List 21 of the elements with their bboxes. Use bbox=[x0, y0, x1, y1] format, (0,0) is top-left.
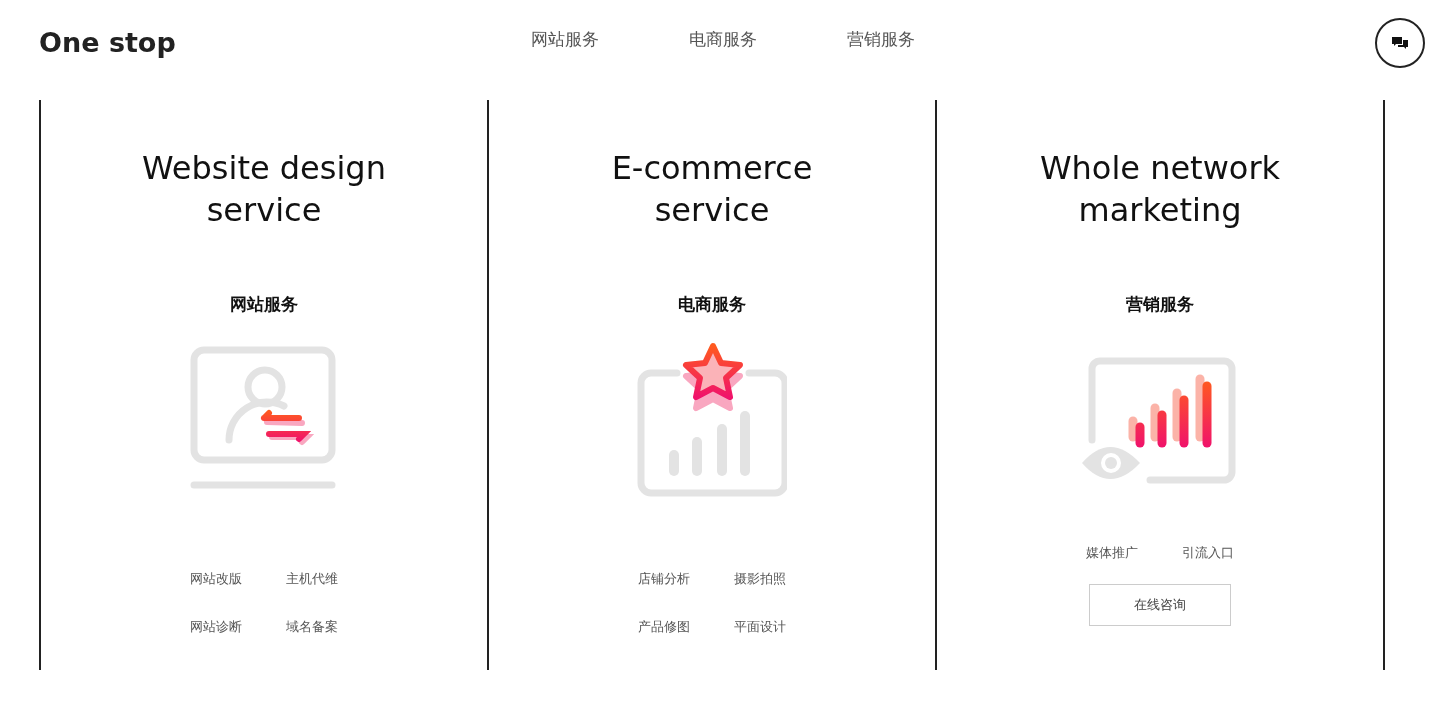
service-link[interactable]: 主机代维 bbox=[286, 570, 338, 588]
card-title: Website design service bbox=[141, 148, 387, 231]
service-link[interactable]: 域名备案 bbox=[286, 618, 338, 636]
logo: One stop bbox=[39, 26, 176, 58]
service-link[interactable]: 产品修图 bbox=[638, 618, 690, 636]
consult-button[interactable]: 在线咨询 bbox=[1089, 584, 1231, 626]
nav-link[interactable]: 电商服务 bbox=[689, 28, 757, 51]
service-link[interactable]: 摄影拍照 bbox=[734, 570, 786, 588]
card-title: Whole network marketing bbox=[1038, 148, 1282, 231]
service-link[interactable]: 媒体推广 bbox=[1086, 544, 1138, 562]
service-link[interactable]: 引流入口 bbox=[1182, 544, 1234, 562]
card-title: E-commerce service bbox=[610, 148, 814, 231]
service-link[interactable]: 店铺分析 bbox=[638, 570, 690, 588]
nav-link[interactable]: 网站服务 bbox=[531, 28, 599, 51]
card-subtitle: 网站服务 bbox=[230, 293, 298, 316]
card-subtitle: 电商服务 bbox=[678, 293, 746, 316]
service-link[interactable]: 平面设计 bbox=[734, 618, 786, 636]
nav-link[interactable]: 营销服务 bbox=[847, 28, 915, 51]
service-link[interactable]: 网站改版 bbox=[190, 570, 242, 588]
card-subtitle: 营销服务 bbox=[1126, 293, 1194, 316]
service-link[interactable]: 网站诊断 bbox=[190, 618, 242, 636]
